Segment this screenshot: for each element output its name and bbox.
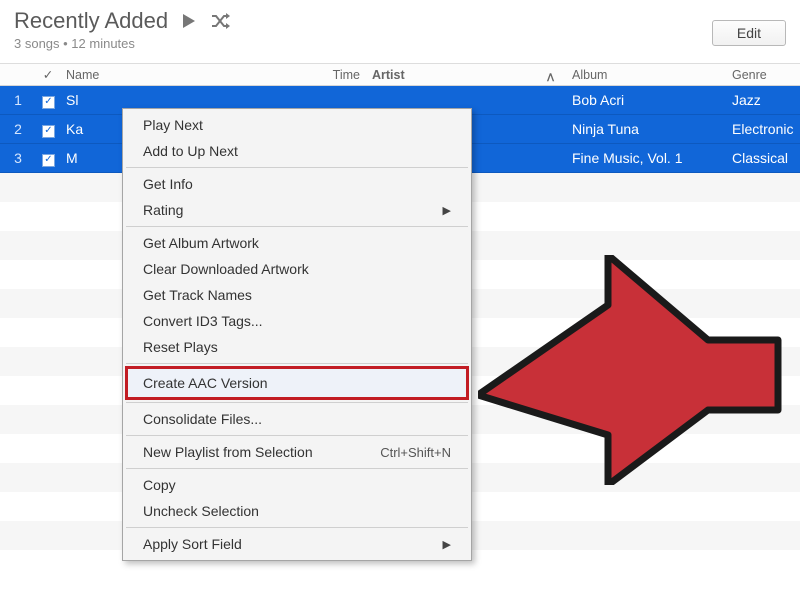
- menu-get-track-names[interactable]: Get Track Names: [125, 282, 469, 308]
- shuffle-icon[interactable]: [210, 12, 232, 30]
- row-album: Ninja Tuna: [566, 121, 726, 137]
- menu-play-next[interactable]: Play Next: [125, 112, 469, 138]
- row-genre: Jazz: [726, 92, 800, 108]
- menu-apply-sort[interactable]: Apply Sort Field ▶: [125, 531, 469, 557]
- menu-reset-plays[interactable]: Reset Plays: [125, 334, 469, 360]
- column-artist[interactable]: Artist ᐱ: [366, 68, 566, 82]
- menu-separator: [126, 402, 468, 403]
- menu-separator: [126, 226, 468, 227]
- menu-uncheck[interactable]: Uncheck Selection: [125, 498, 469, 524]
- checkbox-icon[interactable]: ✓: [42, 154, 55, 167]
- checkbox-icon[interactable]: ✓: [42, 125, 55, 138]
- column-genre[interactable]: Genre: [726, 68, 800, 82]
- column-name[interactable]: Name: [60, 68, 316, 82]
- row-album: Bob Acri: [566, 92, 726, 108]
- column-time[interactable]: Time: [316, 68, 366, 82]
- menu-copy[interactable]: Copy: [125, 472, 469, 498]
- menu-separator: [126, 435, 468, 436]
- subtitle: 3 songs • 12 minutes: [14, 36, 712, 51]
- menu-separator: [126, 527, 468, 528]
- menu-rating[interactable]: Rating ▶: [125, 197, 469, 223]
- row-genre: Electronic: [726, 121, 800, 137]
- row-index: 2: [0, 121, 36, 137]
- menu-get-album-artwork[interactable]: Get Album Artwork: [125, 230, 469, 256]
- chevron-right-icon: ▶: [443, 538, 451, 551]
- page-title: Recently Added: [14, 8, 168, 34]
- menu-get-info[interactable]: Get Info: [125, 171, 469, 197]
- menu-shortcut: Ctrl+Shift+N: [380, 445, 451, 460]
- menu-consolidate[interactable]: Consolidate Files...: [125, 406, 469, 432]
- menu-create-aac[interactable]: Create AAC Version: [125, 366, 469, 400]
- menu-separator: [126, 167, 468, 168]
- column-check[interactable]: ✓: [36, 67, 60, 82]
- row-genre: Classical: [726, 150, 800, 166]
- edit-button[interactable]: Edit: [712, 20, 786, 46]
- column-album[interactable]: Album: [566, 68, 726, 82]
- menu-convert-id3[interactable]: Convert ID3 Tags...: [125, 308, 469, 334]
- menu-separator: [126, 363, 468, 364]
- checkbox-icon[interactable]: ✓: [42, 96, 55, 109]
- sort-caret-icon: ᐱ: [547, 73, 554, 84]
- row-name: Sl: [60, 92, 316, 108]
- chevron-right-icon: ▶: [443, 204, 451, 217]
- play-icon[interactable]: [180, 12, 198, 30]
- menu-add-up-next[interactable]: Add to Up Next: [125, 138, 469, 164]
- header: Recently Added 3 songs • 12 minutes Edit: [0, 0, 800, 64]
- menu-separator: [126, 468, 468, 469]
- row-index: 1: [0, 92, 36, 108]
- table-header: ✓ Name Time Artist ᐱ Album Genre: [0, 64, 800, 86]
- row-album: Fine Music, Vol. 1: [566, 150, 726, 166]
- menu-clear-downloaded-artwork[interactable]: Clear Downloaded Artwork: [125, 256, 469, 282]
- context-menu: Play Next Add to Up Next Get Info Rating…: [122, 108, 472, 561]
- row-index: 3: [0, 150, 36, 166]
- menu-new-playlist[interactable]: New Playlist from Selection Ctrl+Shift+N: [125, 439, 469, 465]
